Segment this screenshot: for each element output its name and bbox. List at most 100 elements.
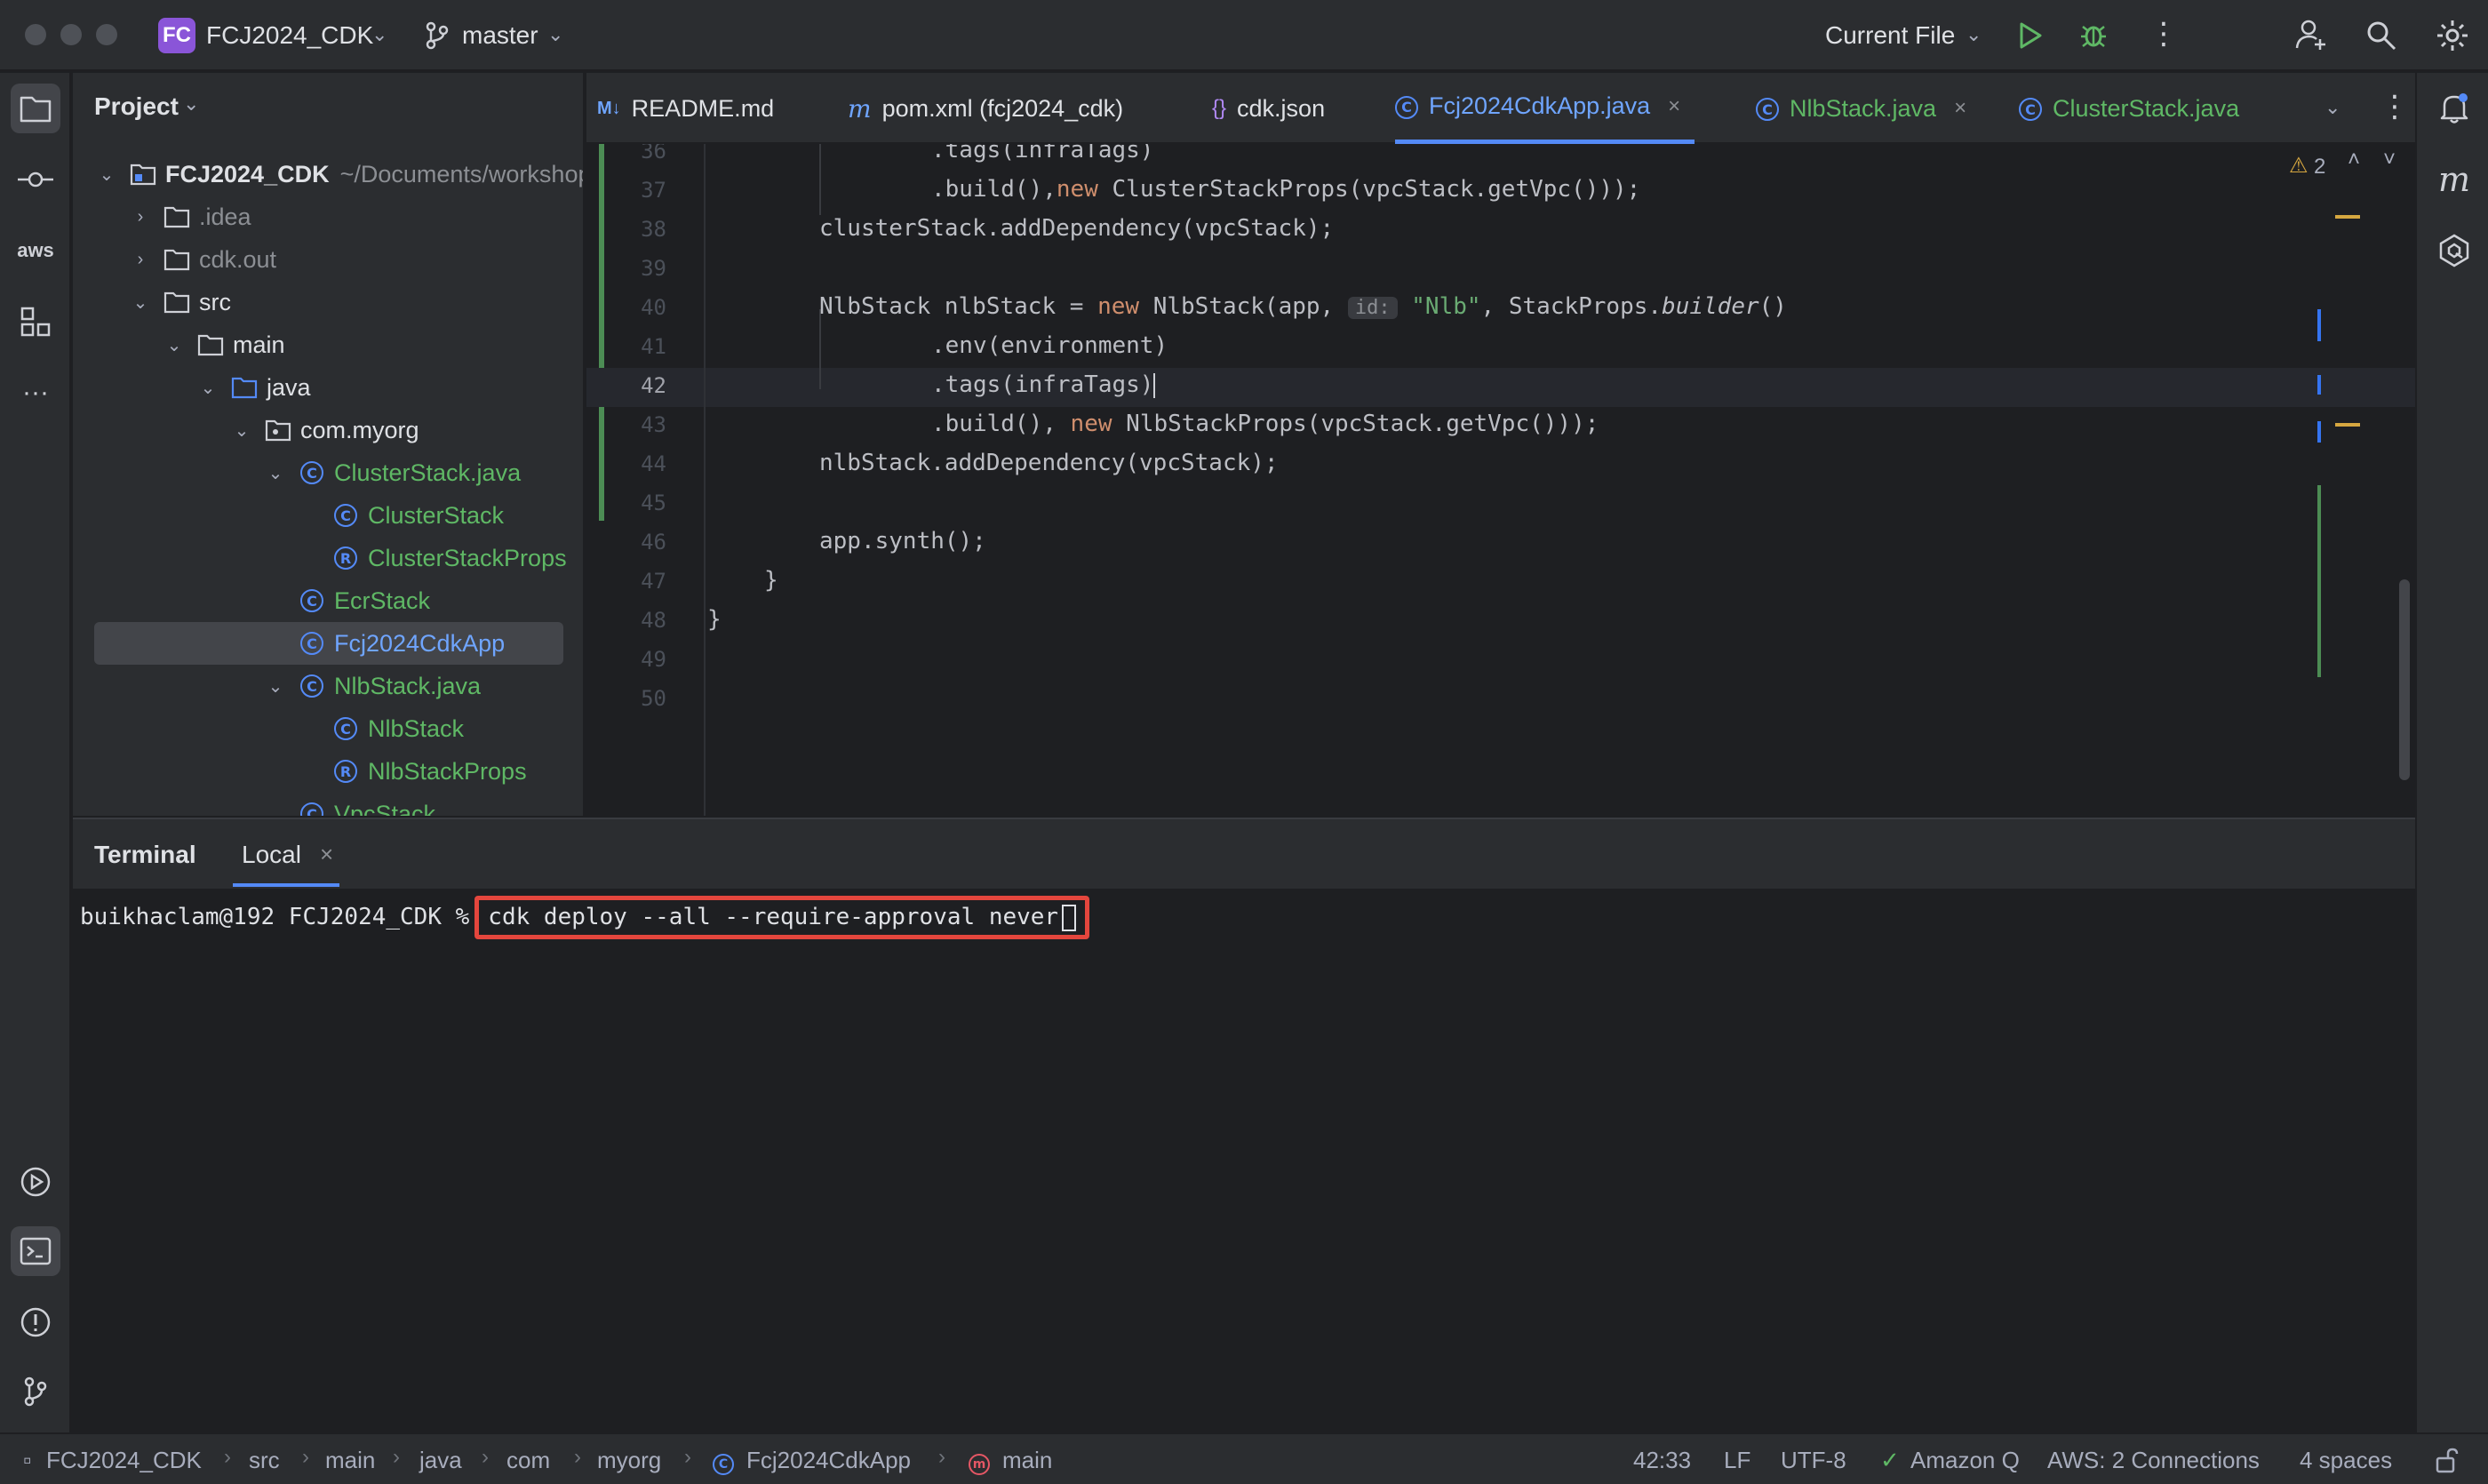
amazon-q-button[interactable] xyxy=(2429,226,2479,275)
line-ending[interactable]: LF xyxy=(1724,1447,1750,1474)
breadcrumb-item[interactable]: Fcj2024CdkApp xyxy=(746,1447,911,1474)
tree-item-cdk-out[interactable]: › cdk.out xyxy=(130,238,276,281)
git-tool-button[interactable] xyxy=(11,1367,60,1416)
tree-item-ecrstack[interactable]: C EcrStack xyxy=(299,579,430,622)
problems-tool-button[interactable] xyxy=(11,1297,60,1347)
tree-item-label: NlbStack xyxy=(368,714,465,742)
file-encoding[interactable]: UTF-8 xyxy=(1781,1447,1846,1474)
terminal-command[interactable]: cdk deploy --all --require-approval neve… xyxy=(474,896,1090,939)
search-icon[interactable] xyxy=(2365,20,2397,52)
terminal-tool-button[interactable] xyxy=(11,1226,60,1276)
tree-item-clusterstackprops[interactable]: R ClusterStackProps xyxy=(332,537,567,579)
breadcrumb-item[interactable]: FCJ2024_CDK xyxy=(46,1447,202,1474)
indent-setting[interactable]: 4 spaces xyxy=(2300,1447,2392,1474)
services-tool-button[interactable] xyxy=(11,1157,60,1207)
code-line-41: .env(environment) xyxy=(931,332,1168,359)
chevron-down-icon[interactable]: ⌄ xyxy=(547,23,563,46)
breadcrumb-item[interactable]: myorg xyxy=(597,1447,661,1474)
debug-icon[interactable] xyxy=(2079,20,2108,50)
module-folder-icon xyxy=(130,161,156,187)
tab-pom-xml[interactable]: m pom.xml (fcj2024_cdk) xyxy=(848,73,1123,144)
chevron-down-icon[interactable]: ⌄ xyxy=(265,462,286,484)
maven-icon[interactable]: m xyxy=(2429,155,2479,204)
breadcrumb-item[interactable]: main xyxy=(1002,1447,1052,1474)
breadcrumb-item[interactable]: main xyxy=(325,1447,375,1474)
tab-cdk-json[interactable]: {} cdk.json xyxy=(1212,73,1325,144)
chevron-down-icon[interactable]: ⌄ xyxy=(265,675,286,698)
tree-item-nlbstack-java[interactable]: ⌄ C NlbStack.java xyxy=(265,665,481,707)
zoom-window-button[interactable] xyxy=(96,24,117,45)
next-highlight-icon[interactable]: ˅ xyxy=(2383,148,2396,172)
tree-item-clusterstack[interactable]: C ClusterStack xyxy=(332,494,504,537)
chevron-down-icon[interactable]: ⌄ xyxy=(130,291,151,314)
chevron-right-icon[interactable]: › xyxy=(130,250,151,270)
breadcrumb-item[interactable]: src xyxy=(249,1447,280,1474)
tree-item-fcj2024cdkapp[interactable]: C Fcj2024CdkApp xyxy=(94,622,563,665)
tree-item-idea[interactable]: › .idea xyxy=(130,195,251,238)
tree-item-java[interactable]: ⌄ java xyxy=(197,366,311,409)
warning-icon[interactable]: ⚠ xyxy=(2289,153,2309,179)
chevron-down-icon[interactable]: ⌄ xyxy=(96,164,117,186)
tab-nlbstack[interactable]: C NlbStack.java × xyxy=(1756,73,1966,144)
line-number: 47 xyxy=(641,569,666,594)
aws-connections-status[interactable]: AWS: 2 Connections xyxy=(2047,1447,2260,1474)
tree-item-nlbstackprops[interactable]: R NlbStackProps xyxy=(332,750,527,793)
tab-readme[interactable]: M↓ README.md xyxy=(597,73,774,144)
more-actions-icon[interactable]: ⋮ xyxy=(2149,16,2179,52)
settings-gear-icon[interactable] xyxy=(2435,18,2470,53)
tree-item-src[interactable]: ⌄ src xyxy=(130,281,231,323)
close-window-button[interactable] xyxy=(25,24,46,45)
close-icon[interactable]: × xyxy=(1668,94,1680,119)
project-panel-title[interactable]: Project xyxy=(94,92,179,121)
structure-tool-button[interactable] xyxy=(11,297,60,347)
right-tool-strip: m xyxy=(2415,73,2488,1432)
chevron-down-icon[interactable]: ⌄ xyxy=(1966,23,1982,46)
terminal-tab-local[interactable]: Local xyxy=(242,841,301,869)
tree-item-vpcstack[interactable]: C VpcStack xyxy=(299,793,435,816)
tab-actions-icon[interactable]: ⋮ xyxy=(2380,89,2410,124)
commit-tool-button[interactable] xyxy=(11,155,60,204)
project-tool-button[interactable] xyxy=(11,84,60,133)
tab-clusterstack[interactable]: C ClusterStack.java xyxy=(2019,73,2239,144)
breadcrumb-item[interactable]: com xyxy=(506,1447,550,1474)
aws-icon[interactable]: aws xyxy=(11,226,60,275)
close-icon[interactable]: × xyxy=(320,841,333,868)
terminal-output-line[interactable]: buikhaclam@192 FCJ2024_CDK % cdk deploy … xyxy=(80,896,1090,939)
caret-position[interactable]: 42:33 xyxy=(1633,1447,1691,1474)
chevron-down-icon[interactable]: ⌄ xyxy=(231,419,252,442)
code-editor[interactable]: 36 37 38 39 40 41 42 43 44 45 46 47 48 4… xyxy=(586,144,2415,816)
code-line-44: nlbStack.addDependency(vpcStack); xyxy=(819,450,1279,476)
editor-scrollbar-thumb[interactable] xyxy=(2399,579,2410,780)
tree-item-nlbstack[interactable]: C NlbStack xyxy=(332,707,464,750)
add-user-icon[interactable] xyxy=(2294,18,2328,52)
chevron-down-icon[interactable]: ⌄ xyxy=(197,377,219,399)
tab-fcj2024cdkapp[interactable]: C Fcj2024CdkApp.java × xyxy=(1395,73,1695,144)
chevron-down-icon[interactable]: ⌄ xyxy=(183,92,199,116)
chevron-right-icon: › xyxy=(574,1445,581,1469)
close-icon[interactable]: × xyxy=(1954,96,1966,121)
breadcrumb-item[interactable]: java xyxy=(419,1447,462,1474)
tree-item-clusterstack-java[interactable]: ⌄ C ClusterStack.java xyxy=(265,451,521,494)
project-badge[interactable]: FC xyxy=(158,18,195,53)
amazon-q-status[interactable]: Amazon Q xyxy=(1910,1447,2020,1474)
minimize-window-button[interactable] xyxy=(60,24,82,45)
branch-name[interactable]: master xyxy=(462,21,538,50)
run-icon[interactable] xyxy=(2017,21,2044,50)
folder-icon xyxy=(163,289,190,315)
warning-count[interactable]: 2 xyxy=(2314,155,2325,180)
java-record-icon: R xyxy=(332,545,359,571)
lock-icon[interactable] xyxy=(2435,1447,2460,1473)
run-config-selector[interactable]: Current File xyxy=(1825,21,1955,50)
more-tools-icon[interactable]: ··· xyxy=(11,368,60,418)
notifications-button[interactable] xyxy=(2429,84,2479,133)
previous-highlight-icon[interactable]: ˄ xyxy=(2348,148,2360,172)
chevron-down-icon[interactable]: ⌄ xyxy=(163,334,185,356)
tabs-overflow-chevron-icon[interactable]: ⌄ xyxy=(2325,96,2340,119)
tree-item-main[interactable]: ⌄ main xyxy=(163,323,285,366)
tree-item-package[interactable]: ⌄ com.myorg xyxy=(231,409,419,451)
tree-item-root[interactable]: ⌄ FCJ2024_CDK ~/Documents/workshop xyxy=(96,153,583,195)
project-name[interactable]: FCJ2024_CDK xyxy=(206,21,373,50)
folder-icon xyxy=(20,96,52,123)
chevron-right-icon[interactable]: › xyxy=(130,207,151,227)
chevron-down-icon[interactable]: ⌄ xyxy=(371,23,387,46)
